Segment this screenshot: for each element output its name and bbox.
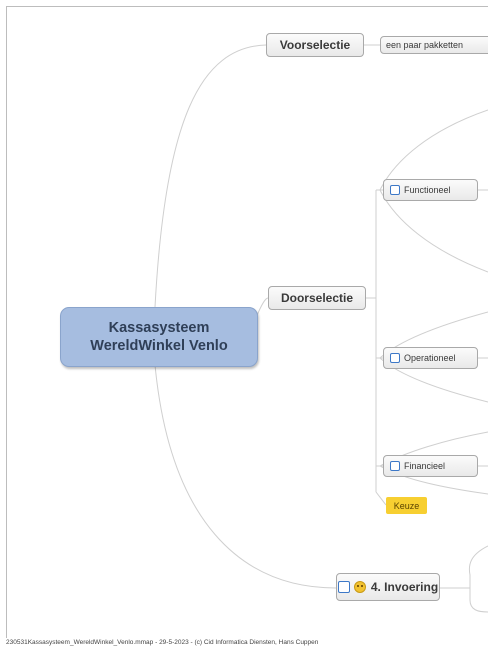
checkbox-icon[interactable]: [390, 185, 400, 195]
checkbox-icon[interactable]: [390, 461, 400, 471]
topic-operationeel-label: Operationeel: [404, 353, 456, 363]
central-topic-line2: WereldWinkel Venlo: [90, 338, 228, 354]
topic-doorselectie[interactable]: Doorselectie: [268, 286, 366, 310]
topic-functioneel[interactable]: Functioneel: [383, 179, 478, 201]
topic-financieel-label: Financieel: [404, 461, 446, 471]
footer-text: 230531Kassasysteem_WereldWinkel_Venlo.mm…: [6, 639, 319, 646]
topic-een-paar-pakketten[interactable]: een paar pakketten: [380, 36, 488, 54]
topic-operationeel[interactable]: Operationeel: [383, 347, 478, 369]
topic-financieel[interactable]: Financieel: [383, 455, 478, 477]
central-topic-line1: Kassasysteem: [108, 320, 210, 336]
central-topic[interactable]: Kassasysteem WereldWinkel Venlo: [60, 307, 258, 367]
topic-voorselectie[interactable]: Voorselectie: [266, 33, 364, 57]
keuze-label-text: Keuze: [393, 500, 420, 511]
smiley-icon: [353, 581, 366, 593]
topic-voorselectie-label: Voorselectie: [279, 38, 351, 52]
checkbox-icon[interactable]: [337, 581, 350, 593]
checkbox-icon[interactable]: [390, 353, 400, 363]
keuze-label[interactable]: Keuze: [386, 497, 427, 514]
topic-invoering-label: 4. Invoering: [370, 580, 439, 594]
topic-een-paar-pakketten-label: een paar pakketten: [386, 40, 464, 50]
topic-functioneel-label: Functioneel: [404, 185, 451, 195]
topic-invoering[interactable]: 4. Invoering: [336, 573, 440, 601]
topic-doorselectie-label: Doorselectie: [280, 291, 354, 305]
